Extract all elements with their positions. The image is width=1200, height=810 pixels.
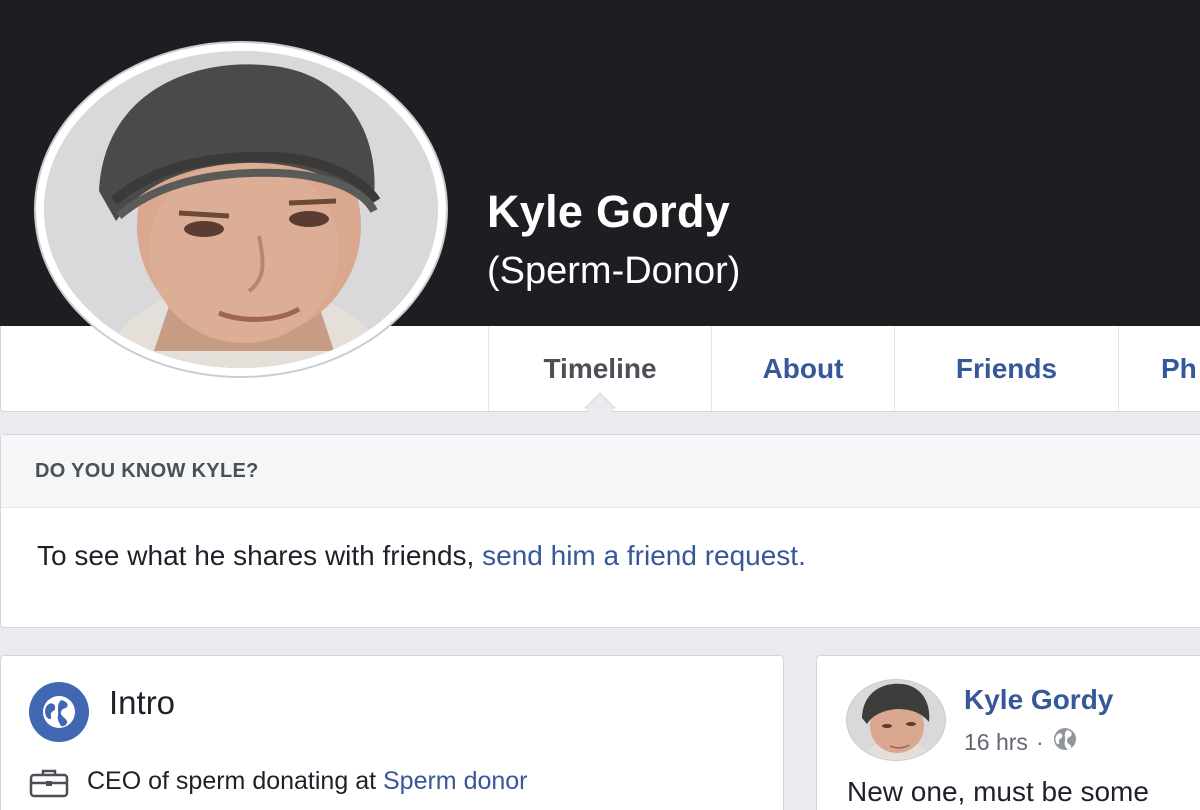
do-you-know-text: To see what he shares with friends, (37, 540, 483, 571)
profile-name[interactable]: Kyle Gordy (487, 186, 730, 238)
post-author-name[interactable]: Kyle Gordy (964, 684, 1113, 716)
tab-about[interactable]: About (711, 326, 894, 411)
portrait-image (44, 51, 438, 368)
do-you-know-body: To see what he shares with friends, send… (1, 508, 1200, 572)
do-you-know-card: DO YOU KNOW KYLE? To see what he shares … (0, 434, 1200, 628)
meta-separator: · (1035, 728, 1044, 755)
work-info: CEO of sperm donating at Sperm donor (87, 767, 528, 796)
profile-subtitle: (Sperm-Donor) (487, 250, 741, 292)
friend-request-link[interactable]: send him a friend request. (482, 540, 806, 571)
employer-link[interactable]: Sperm donor (383, 767, 528, 795)
work-text: CEO of sperm donating at (87, 767, 383, 795)
post-text: New one, must be some (847, 776, 1149, 807)
post-card: Kyle Gordy 16 hrs · New one, must be som… (816, 655, 1200, 810)
post-avatar-image (847, 680, 945, 760)
intro-title: Intro (109, 684, 176, 721)
post-meta: 16 hrs · (964, 726, 1078, 758)
post-author-avatar[interactable] (847, 680, 945, 760)
briefcase-icon (29, 768, 69, 803)
do-you-know-header: DO YOU KNOW KYLE? (1, 435, 1200, 508)
globe-icon (29, 682, 89, 742)
profile-picture[interactable] (44, 51, 438, 368)
post-timestamp[interactable]: 16 hrs (964, 729, 1028, 756)
intro-card: Intro CEO of sperm donating at Sperm don… (0, 655, 784, 810)
tab-photos[interactable]: Ph (1118, 326, 1200, 411)
public-globe-icon[interactable] (1052, 726, 1078, 758)
tab-friends[interactable]: Friends (894, 326, 1118, 411)
